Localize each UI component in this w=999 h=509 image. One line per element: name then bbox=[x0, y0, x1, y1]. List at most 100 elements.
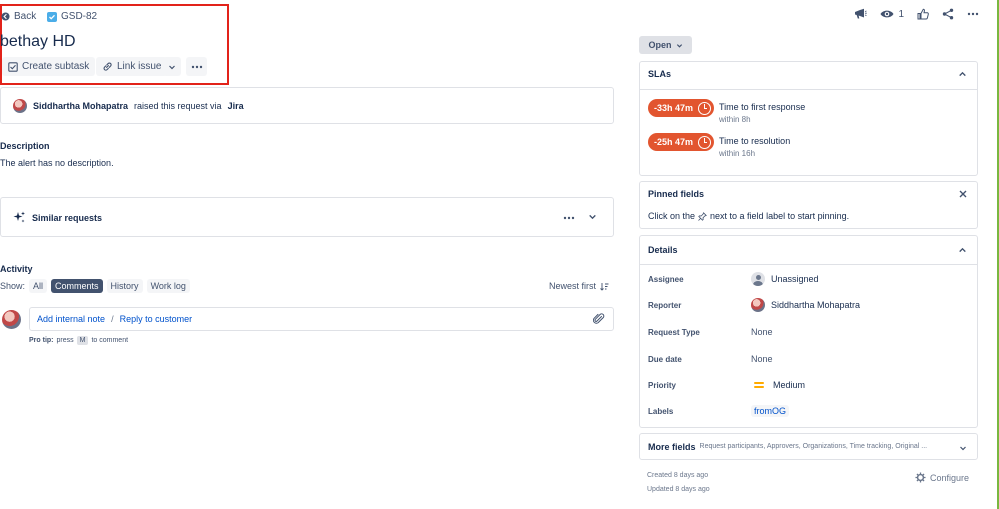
sort-descending-icon bbox=[600, 282, 609, 291]
attachment-paperclip-icon[interactable] bbox=[593, 313, 605, 325]
issue-title[interactable]: bethay HD bbox=[0, 33, 76, 51]
issue-key-link[interactable]: GSD-82 bbox=[47, 11, 97, 22]
feedback-megaphone-icon[interactable] bbox=[853, 8, 868, 20]
chevron-up-icon[interactable] bbox=[958, 246, 967, 255]
issue-actions-toolbar: 1 bbox=[853, 8, 979, 20]
similar-requests-title: Similar requests bbox=[32, 212, 103, 223]
sort-order-button[interactable]: Newest first bbox=[549, 281, 609, 291]
detail-row-assignee: Assignee Unassigned bbox=[648, 272, 969, 286]
watch-button[interactable]: 1 bbox=[880, 9, 904, 20]
sla-timer-badge: -33h 47m bbox=[648, 99, 714, 117]
filter-all[interactable]: All bbox=[29, 279, 48, 293]
configure-button[interactable]: Configure bbox=[915, 472, 969, 483]
labels-field[interactable]: fromOG bbox=[751, 405, 790, 417]
issue-key: GSD-82 bbox=[61, 11, 98, 22]
protip-press: press bbox=[56, 337, 74, 344]
link-issue-dropdown-button[interactable] bbox=[163, 57, 181, 76]
chevron-down-icon[interactable] bbox=[588, 212, 597, 221]
detail-row-reporter: Reporter Siddhartha Mohapatra bbox=[648, 298, 969, 312]
filter-comments[interactable]: Comments bbox=[51, 279, 103, 293]
filter-work-log[interactable]: Work log bbox=[146, 279, 190, 293]
details-panel: Details Assignee Unassigned Reporter Sid… bbox=[639, 235, 978, 428]
sort-label: Newest first bbox=[548, 281, 596, 291]
priority-value: Medium bbox=[773, 380, 806, 390]
subtask-icon bbox=[8, 61, 18, 72]
show-label: Show: bbox=[0, 281, 26, 291]
back-label: Back bbox=[14, 11, 37, 22]
unassigned-user-icon bbox=[751, 272, 765, 286]
reporter-value: Siddhartha Mohapatra bbox=[771, 300, 861, 310]
detail-row-due-date: Due date None bbox=[648, 352, 969, 366]
comment-editor[interactable]: Add internal note / Reply to customer bbox=[29, 307, 614, 331]
sla-time: -33h 47m bbox=[654, 103, 694, 113]
more-icon[interactable] bbox=[967, 12, 979, 16]
updated-timestamp: Updated 8 days ago bbox=[647, 486, 710, 493]
protip-label: Pro tip: bbox=[29, 337, 54, 344]
more-fields-panel[interactable]: More fields Request participants, Approv… bbox=[639, 433, 978, 460]
panel-divider bbox=[640, 264, 977, 265]
more-actions-button[interactable] bbox=[186, 57, 207, 76]
link-icon bbox=[103, 62, 112, 71]
create-subtask-button[interactable]: Create subtask bbox=[2, 57, 96, 76]
sla-target: within 8h bbox=[719, 115, 751, 124]
eye-icon bbox=[880, 10, 894, 18]
clock-icon bbox=[698, 135, 711, 149]
status-label: Open bbox=[648, 40, 672, 50]
activity-filter-bar: Show: All Comments History Work log bbox=[0, 279, 190, 293]
detail-label: Priority bbox=[648, 380, 677, 390]
sparkle-icon bbox=[13, 211, 25, 223]
back-button[interactable]: Back bbox=[1, 11, 36, 22]
avatar bbox=[13, 98, 27, 113]
more-fields-heading: More fields bbox=[648, 441, 696, 452]
assignee-value: Unassigned bbox=[771, 274, 819, 284]
similar-requests-panel[interactable]: Similar requests bbox=[0, 197, 614, 237]
created-timestamp: Created 8 days ago bbox=[647, 472, 709, 479]
more-fields-summary: Request participants, Approvers, Organiz… bbox=[699, 443, 928, 450]
similar-requests-header: Similar requests bbox=[13, 211, 102, 224]
pinned-fields-panel: Pinned fields Click on the next to a fie… bbox=[639, 181, 978, 229]
task-type-icon bbox=[47, 11, 57, 22]
slas-heading: SLAs bbox=[648, 69, 672, 79]
label-tag[interactable]: fromOG bbox=[751, 405, 790, 417]
chevron-down-icon bbox=[676, 43, 682, 48]
request-channel: Jira bbox=[227, 100, 244, 111]
detail-label: Request Type bbox=[648, 327, 700, 337]
slas-panel: SLAs -33h 47m Time to first response wit… bbox=[639, 61, 978, 176]
comment-separator: / bbox=[111, 314, 114, 324]
watch-count: 1 bbox=[898, 8, 904, 20]
chevron-up-icon[interactable] bbox=[958, 70, 967, 79]
description-text[interactable]: The alert has no description. bbox=[0, 158, 114, 168]
reply-to-customer-link[interactable]: Reply to customer bbox=[120, 314, 193, 324]
request-type-value[interactable]: None bbox=[751, 327, 773, 337]
sla-target: within 16h bbox=[719, 149, 756, 158]
link-issue-label: Link issue bbox=[117, 61, 162, 72]
reporter-field[interactable]: Siddhartha Mohapatra bbox=[751, 298, 860, 312]
panel-divider bbox=[640, 89, 977, 90]
keyboard-key: M bbox=[76, 336, 89, 345]
raised-text: raised this request via bbox=[134, 100, 222, 111]
filter-history[interactable]: History bbox=[106, 279, 143, 293]
requester-name[interactable]: Siddhartha Mohapatra bbox=[33, 101, 128, 111]
status-dropdown[interactable]: Open bbox=[639, 36, 692, 54]
configure-label: Configure bbox=[930, 472, 970, 483]
priority-medium-icon bbox=[754, 382, 764, 388]
pinned-fields-hint: Click on the next to a field label to st… bbox=[648, 211, 849, 221]
like-thumbs-up-icon[interactable] bbox=[917, 8, 929, 20]
due-date-value[interactable]: None bbox=[751, 354, 773, 364]
assignee-field[interactable]: Unassigned bbox=[751, 272, 819, 286]
pro-tip: Pro tip: press M to comment bbox=[29, 336, 128, 345]
close-icon[interactable] bbox=[959, 190, 967, 198]
link-issue-button[interactable]: Link issue bbox=[96, 57, 168, 76]
clock-icon bbox=[698, 101, 711, 115]
detail-row-labels: Labels fromOG bbox=[648, 404, 969, 418]
pin-icon bbox=[698, 211, 707, 221]
detail-row-priority: Priority Medium bbox=[648, 378, 969, 392]
add-internal-note-link[interactable]: Add internal note bbox=[37, 314, 105, 324]
avatar bbox=[2, 310, 21, 329]
more-icon[interactable] bbox=[563, 216, 575, 220]
chevron-down-icon bbox=[960, 446, 966, 451]
pin-hint-after: next to a field label to start pinning. bbox=[710, 211, 850, 221]
avatar bbox=[751, 298, 765, 312]
priority-field[interactable]: Medium bbox=[751, 380, 805, 390]
share-icon[interactable] bbox=[942, 8, 954, 20]
